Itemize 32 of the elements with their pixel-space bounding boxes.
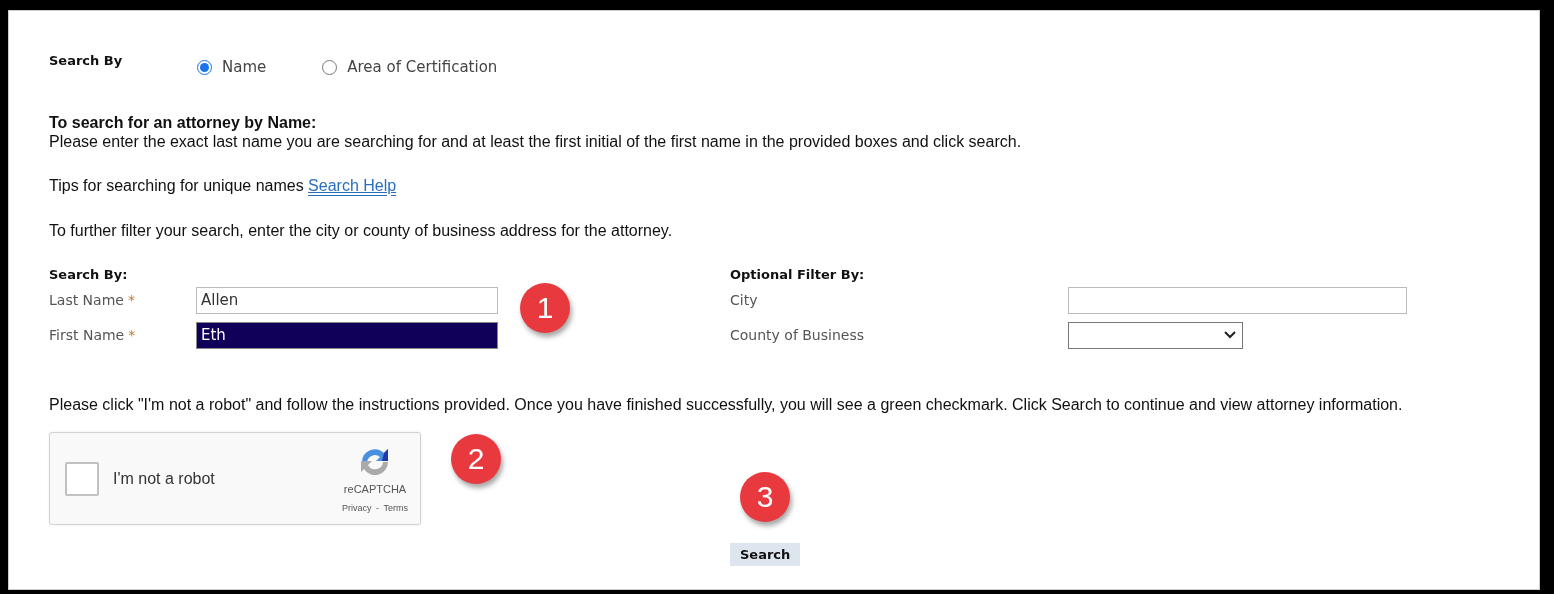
separator-text: - [376, 502, 380, 513]
filter-note: To further filter your search, enter the city or county of business address for the attorney. [49, 221, 674, 241]
county-select[interactable] [1068, 321, 1243, 349]
radio-icon[interactable] [197, 59, 212, 75]
radio-option[interactable]: Name [197, 58, 267, 76]
robot-instructions: Please click "I'm not a robot" and follow the instructions provided. Once you have finished successfully, you will see a green checkmark. Click Search to continue and view attorney information. [49, 395, 1404, 415]
field-label: City [730, 292, 759, 308]
step-badge: 1 [520, 283, 570, 333]
field-label: First Name * [49, 327, 137, 343]
filter-title: Optional Filter By: [730, 267, 865, 282]
instruction-text: Please enter the exact last name you are searching for and at least the first initial of the first name in the provided boxes and click search. [49, 132, 1023, 152]
name-input[interactable]: Allen [196, 286, 498, 314]
captcha-checkbox[interactable] [65, 461, 99, 496]
step-badge: 3 [740, 472, 790, 522]
search-button[interactable]: Search [730, 543, 801, 566]
search-by-label: Search By [49, 53, 124, 68]
radio-option[interactable]: Area of Certification [322, 58, 498, 76]
privacy-link[interactable]: Privacy [342, 502, 372, 513]
field-label: County of Business [730, 327, 865, 343]
tips-text: Tips for searching for unique names Search Help [49, 176, 398, 196]
section-heading: To search for an attorney by Name: [49, 114, 318, 132]
terms-link[interactable]: Terms [383, 502, 408, 513]
city-input[interactable] [1068, 286, 1407, 314]
name-input[interactable]: Eth [196, 321, 498, 349]
step-badge: 2 [451, 434, 501, 484]
field-label: Last Name * [49, 292, 136, 308]
search-help-link[interactable]: Search Help [308, 177, 397, 194]
radio-icon[interactable] [322, 59, 338, 75]
chevron-down-icon [1224, 331, 1236, 339]
search-by-title: Search By: [49, 267, 129, 282]
captcha-label: I'm not a robot [113, 469, 216, 488]
recaptcha-brand: reCAPTCHA [343, 482, 407, 495]
